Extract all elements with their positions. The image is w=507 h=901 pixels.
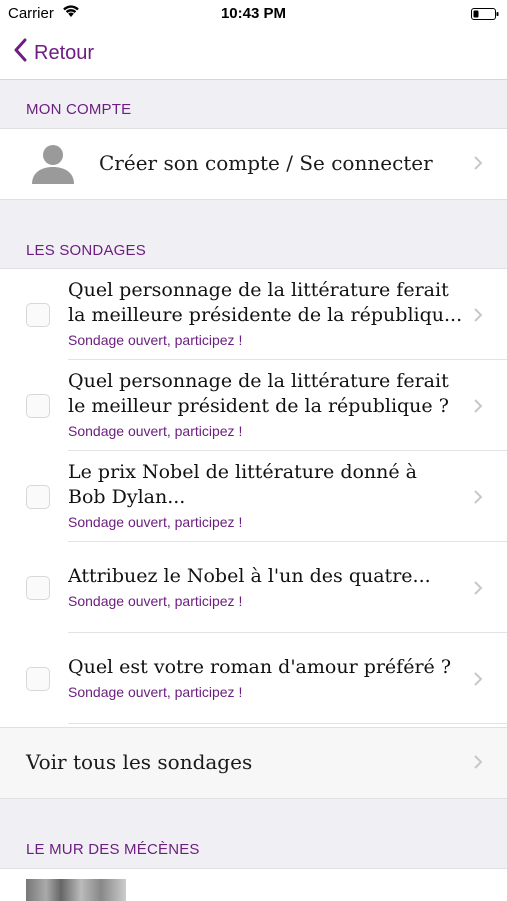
poll-status: Sondage ouvert, participez ! <box>68 514 243 530</box>
user-silhouette-icon <box>30 142 76 189</box>
sponsor-image[interactable] <box>26 879 126 901</box>
poll-checkbox[interactable] <box>26 394 50 418</box>
battery-icon <box>471 7 499 20</box>
poll-checkbox[interactable] <box>26 667 50 691</box>
poll-list: Quel personnage de la littérature ferait… <box>0 268 507 727</box>
row-divider <box>68 723 507 724</box>
poll-row[interactable]: Quel personnage de la littérature ferait… <box>0 269 507 360</box>
poll-title-line: Quel est votre roman d'amour préféré ? <box>68 656 452 678</box>
poll-status: Sondage ouvert, participez ! <box>68 332 243 348</box>
poll-title-line: Quel personnage de la littérature ferait <box>68 370 449 392</box>
poll-title-line: Bob Dylan... <box>68 486 186 508</box>
poll-row[interactable]: Quel personnage de la littérature ferait… <box>0 360 507 451</box>
chevron-right-icon <box>473 398 483 419</box>
see-all-polls-row[interactable]: Voir tous les sondages <box>0 727 507 799</box>
chevron-right-icon <box>473 671 483 692</box>
poll-checkbox[interactable] <box>26 485 50 509</box>
see-all-polls-label: Voir tous les sondages <box>26 750 253 774</box>
poll-title-line: le meilleur président de la république ? <box>68 395 449 417</box>
status-bar: Carrier 10:43 PM <box>0 0 507 28</box>
poll-status: Sondage ouvert, participez ! <box>68 684 243 700</box>
login-label: Créer son compte / Se connecter <box>99 151 433 175</box>
poll-row[interactable]: Quel est votre roman d'amour préféré ? S… <box>0 633 507 724</box>
sponsors-section-header: LE MUR DES MÉCÈNES <box>26 841 200 858</box>
chevron-left-icon <box>14 38 34 68</box>
account-section-header: MON COMPTE <box>26 101 132 118</box>
login-row[interactable]: Créer son compte / Se connecter <box>0 128 507 200</box>
polls-section-header: LES SONDAGES <box>26 242 146 259</box>
poll-checkbox[interactable] <box>26 576 50 600</box>
poll-row[interactable]: Le prix Nobel de littérature donné à Bob… <box>0 451 507 542</box>
chevron-right-icon <box>473 155 483 176</box>
chevron-right-icon <box>473 489 483 510</box>
poll-title-line: Quel personnage de la littérature ferait <box>68 279 449 301</box>
poll-title: Quel personnage de la littérature ferait… <box>68 369 468 419</box>
chevron-right-icon <box>473 307 483 328</box>
poll-row[interactable]: Attribuez le Nobel à l'un des quatre... … <box>0 542 507 633</box>
poll-checkbox[interactable] <box>26 303 50 327</box>
poll-title: Quel est votre roman d'amour préféré ? <box>68 655 468 680</box>
poll-title: Attribuez le Nobel à l'un des quatre... <box>68 564 468 589</box>
clock: 10:43 PM <box>220 5 287 22</box>
navigation-bar: Retour <box>0 28 507 80</box>
poll-title-line: la meilleure présidente de la républiqu.… <box>68 304 463 326</box>
chevron-right-icon <box>473 580 483 601</box>
poll-title-line: Attribuez le Nobel à l'un des quatre... <box>68 565 431 587</box>
poll-status: Sondage ouvert, participez ! <box>68 593 243 609</box>
chevron-right-icon <box>473 754 483 775</box>
poll-title: Quel personnage de la littérature ferait… <box>68 278 468 328</box>
poll-status: Sondage ouvert, participez ! <box>68 423 243 439</box>
poll-title: Le prix Nobel de littérature donné à Bob… <box>68 460 468 510</box>
poll-title-line: Le prix Nobel de littérature donné à <box>68 461 418 483</box>
sponsors-strip <box>0 868 507 901</box>
back-button[interactable]: Retour <box>14 38 94 68</box>
back-label: Retour <box>34 41 95 64</box>
